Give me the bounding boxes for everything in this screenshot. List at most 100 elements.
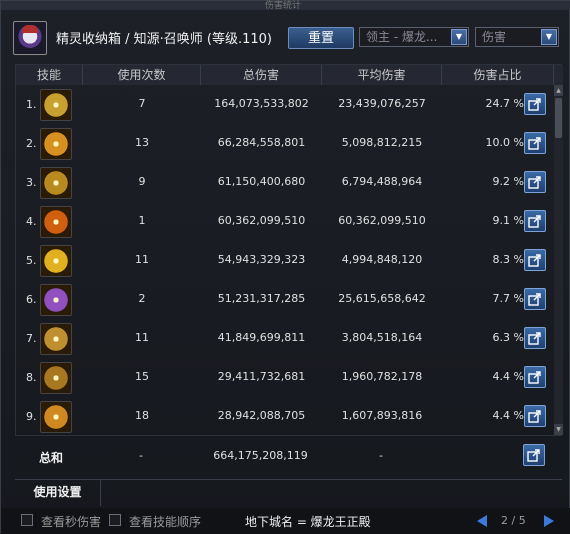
average-damage: 5,098,812,215 [341, 136, 423, 149]
column-header-count[interactable]: 使用次数 [83, 65, 201, 85]
average-damage: 1,960,782,178 [341, 370, 423, 383]
row-index: 7. [26, 332, 37, 345]
skill-icon-5 [40, 245, 72, 277]
total-damage: 61,150,400,680 [217, 175, 306, 188]
share-button[interactable] [524, 405, 546, 427]
total-average: - [379, 449, 383, 462]
share-icon [527, 449, 540, 462]
share-icon [528, 98, 541, 111]
use-count: 1 [138, 214, 146, 227]
table-row: 6. 2 51,231,317,285 25,615,658,642 7.7 % [16, 282, 554, 318]
share-icon [528, 254, 541, 267]
average-damage: 3,804,518,164 [341, 331, 423, 344]
avatar [13, 21, 47, 55]
total-damage: 54,943,329,323 [217, 253, 306, 266]
average-damage: 6,794,488,964 [341, 175, 423, 188]
scrollbar[interactable]: ▲ ▼ [554, 85, 563, 435]
table-header: 技能 使用次数 总伤害 平均伤害 伤害占比 [16, 65, 563, 85]
share-icon [528, 371, 541, 384]
chevron-down-icon[interactable]: ▼ [451, 29, 467, 45]
type-select[interactable]: 伤害 ▼ [475, 27, 559, 47]
next-page-icon[interactable] [544, 515, 554, 527]
chevron-down-icon[interactable]: ▼ [541, 29, 557, 45]
skill-order-checkbox[interactable] [109, 514, 121, 526]
damage-percent: 9.1 % [492, 214, 524, 227]
boss-select[interactable]: 领主 - 爆龙... ▼ [359, 27, 469, 47]
column-header-skill[interactable]: 技能 [16, 65, 83, 85]
dps-checkbox[interactable] [21, 514, 33, 526]
average-damage: 1,607,893,816 [341, 409, 423, 422]
total-damage: 60,362,099,510 [217, 214, 306, 227]
share-button[interactable] [524, 132, 546, 154]
share-button[interactable] [523, 444, 545, 466]
column-header-total[interactable]: 总伤害 [201, 65, 322, 85]
page-indicator: 2 / 5 [501, 514, 526, 527]
table-row: 1. 7 164,073,533,802 23,439,076,257 24.7 % [16, 87, 554, 123]
share-button[interactable] [524, 171, 546, 193]
skill-icon-1 [40, 89, 72, 121]
dps-checkbox-label: 查看秒伤害 [41, 515, 102, 529]
column-header-percent[interactable]: 伤害占比 [442, 65, 554, 85]
window-titlebar[interactable]: 伤害统计 [1, 1, 570, 11]
skill-order-checkbox-label: 查看技能顺序 [129, 515, 202, 529]
bottom-bar: 查看秒伤害 查看技能顺序 地下城名 = 爆龙王正殿 2 / 5 [1, 508, 570, 534]
share-icon [528, 215, 541, 228]
share-button[interactable] [524, 93, 546, 115]
share-button[interactable] [524, 210, 546, 232]
use-count: 7 [138, 97, 146, 110]
average-damage: 60,362,099,510 [338, 214, 426, 227]
use-count: 15 [135, 370, 149, 383]
boss-select-value: 领主 - 爆龙... [366, 30, 438, 44]
share-button[interactable] [524, 249, 546, 271]
row-index: 4. [26, 215, 37, 228]
table-row: 4. 1 60,362,099,510 60,362,099,510 9.1 % [16, 204, 554, 240]
total-label: 总和 [39, 451, 64, 465]
total-damage: 164,073,533,802 [214, 97, 309, 110]
table-row: 7. 11 41,849,699,811 3,804,518,164 6.3 % [16, 321, 554, 357]
table-row: 2. 13 66,284,558,801 5,098,812,215 10.0 % [16, 126, 554, 162]
use-count: 11 [135, 331, 149, 344]
table-row: 5. 11 54,943,329,323 4,994,848,120 8.3 % [16, 243, 554, 279]
scroll-thumb[interactable] [555, 98, 562, 138]
share-icon [528, 137, 541, 150]
total-damage: 28,942,088,705 [217, 409, 306, 422]
skill-icon-8 [40, 362, 72, 394]
damage-percent: 8.3 % [492, 253, 524, 266]
share-icon [528, 176, 541, 189]
share-icon [528, 332, 541, 345]
table-row: 8. 15 29,411,732,681 1,960,782,178 4.4 % [16, 360, 554, 396]
damage-percent: 9.2 % [492, 175, 524, 188]
damage-percent: 4.4 % [492, 370, 524, 383]
damage-percent: 6.3 % [492, 331, 524, 344]
skill-icon-2 [40, 128, 72, 160]
window-title: 伤害统计 [265, 1, 302, 11]
skill-icon-4 [40, 206, 72, 238]
table-row: 9. 18 28,942,088,705 1,607,893,816 4.4 % [16, 399, 554, 435]
row-index: 2. [26, 137, 37, 150]
total-damage: 29,411,732,681 [217, 370, 306, 383]
type-select-value: 伤害 [482, 30, 507, 44]
damage-percent: 4.4 % [492, 409, 524, 422]
reset-button[interactable]: 重置 [288, 27, 354, 49]
prev-page-icon[interactable] [477, 515, 487, 527]
use-count: 11 [135, 253, 149, 266]
average-damage: 25,615,658,642 [338, 292, 426, 305]
dungeon-name: 地下城名 = 爆龙王正殿 [245, 515, 371, 529]
share-button[interactable] [524, 366, 546, 388]
row-index: 5. [26, 254, 37, 267]
share-button[interactable] [524, 288, 546, 310]
use-count: 13 [135, 136, 149, 149]
column-header-average[interactable]: 平均伤害 [322, 65, 442, 85]
share-icon [528, 293, 541, 306]
average-damage: 23,439,076,257 [338, 97, 426, 110]
tab-settings[interactable]: 使用设置 [15, 480, 101, 506]
use-count: 2 [138, 292, 146, 305]
character-name: 精灵收纳箱 / 知源·召唤师 (等级.110) [56, 32, 272, 47]
row-index: 8. [26, 371, 37, 384]
skill-icon-7 [40, 323, 72, 355]
header: 精灵收纳箱 / 知源·召唤师 (等级.110) 重置 领主 - 爆龙... ▼ … [1, 15, 570, 61]
share-button[interactable] [524, 327, 546, 349]
scroll-down-icon[interactable]: ▼ [554, 424, 563, 435]
damage-percent: 7.7 % [492, 292, 524, 305]
scroll-up-icon[interactable]: ▲ [554, 85, 563, 96]
